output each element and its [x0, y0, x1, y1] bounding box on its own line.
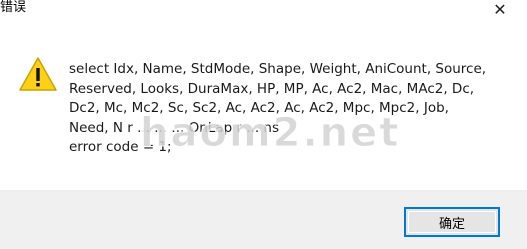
warning-icon [19, 57, 57, 91]
error-message: select Idx, Name, StdMode, Shape, Weight… [69, 61, 487, 155]
title-bar: 错误 ✕ [0, 0, 527, 28]
error-dialog: 错误 ✕ select Idx, Name, StdMode, Shape, W… [0, 0, 527, 249]
ok-button-label: 确定 [438, 216, 465, 232]
dialog-title: 错误 [0, 0, 27, 15]
button-bar: 确定 [0, 190, 527, 249]
close-button[interactable]: ✕ [489, 0, 511, 19]
close-icon: ✕ [493, 0, 507, 19]
ok-button[interactable]: 确定 [404, 207, 500, 237]
